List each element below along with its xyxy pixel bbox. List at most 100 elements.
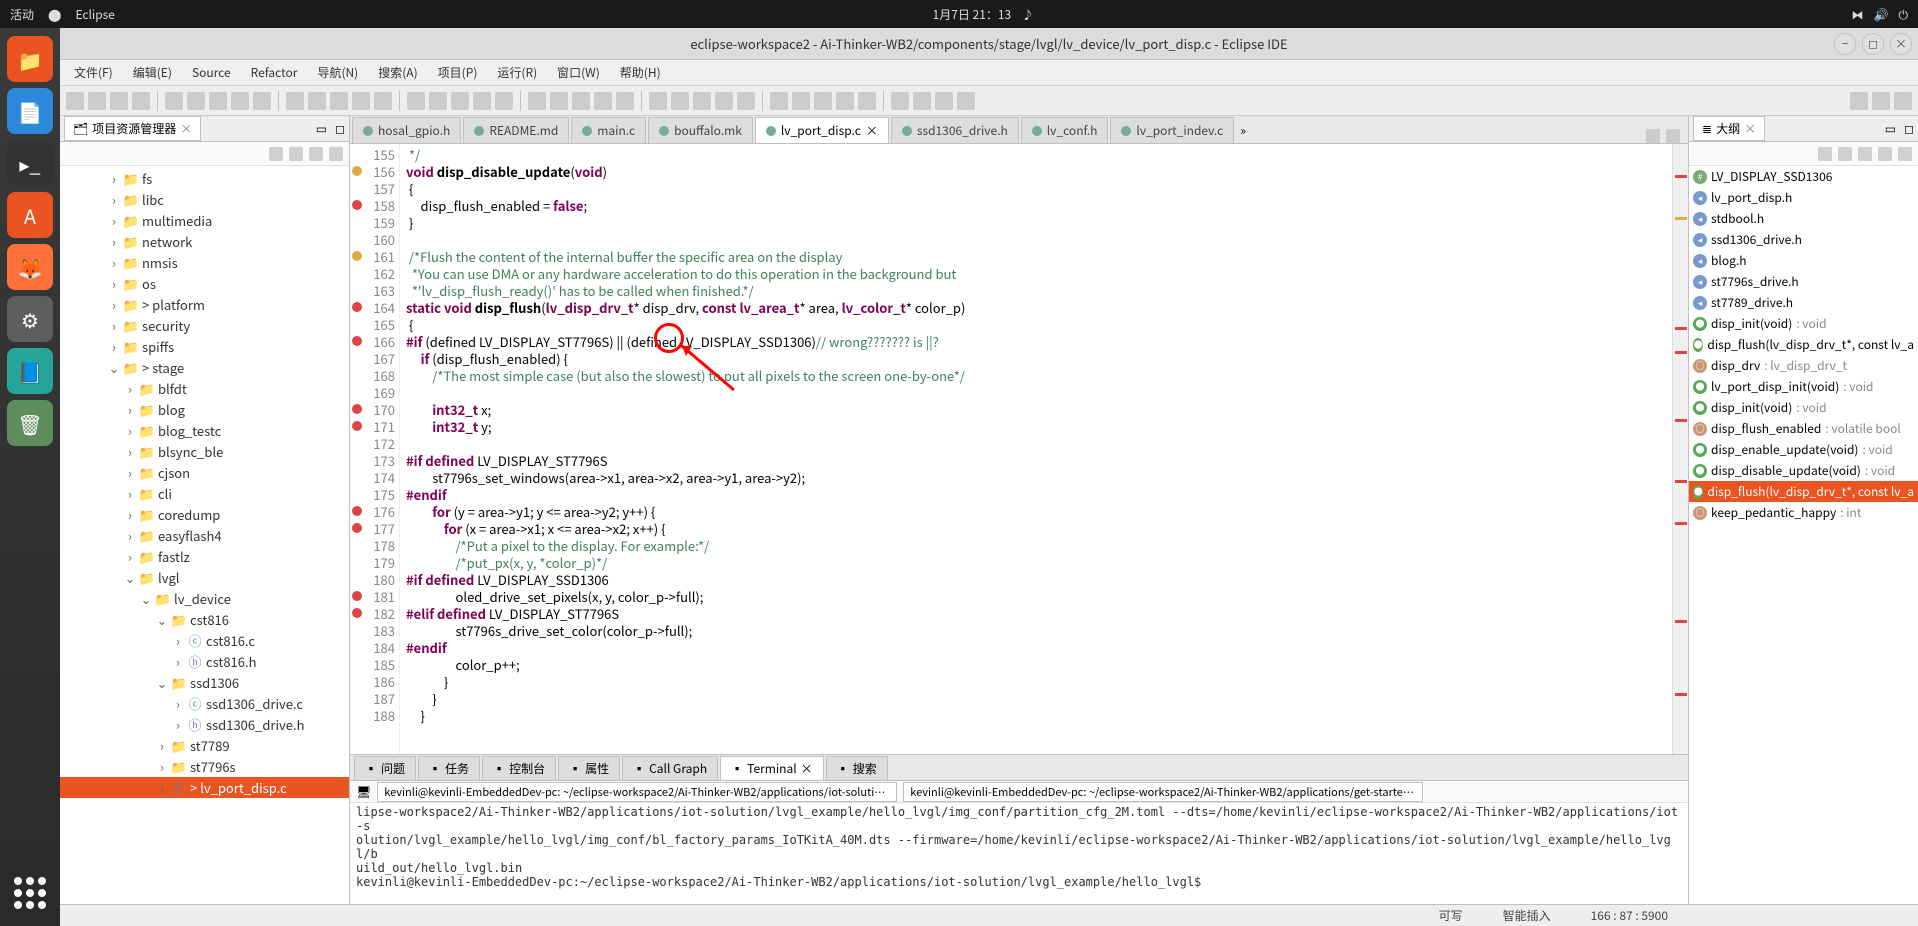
toolbar-button[interactable]: [814, 92, 832, 110]
maximize-view-icon[interactable]: ◻: [1900, 120, 1918, 137]
terminal-tab[interactable]: kevinli@kevinli-EmbeddedDev-pc: ~/eclips…: [903, 782, 1423, 802]
tree-node[interactable]: ›📁blog_testc: [60, 420, 349, 441]
minimize-view-icon[interactable]: ▭: [312, 120, 331, 137]
bottom-tab[interactable]: ▪任务: [418, 756, 480, 780]
menu-item[interactable]: Refactor: [243, 62, 306, 83]
toolbar-button[interactable]: [616, 92, 634, 110]
bottom-tab[interactable]: ▪属性: [558, 756, 620, 780]
editor-tab[interactable]: lv_port_indev.c: [1110, 117, 1234, 143]
tree-node[interactable]: ›📁blfdt: [60, 378, 349, 399]
toolbar-button[interactable]: [308, 92, 326, 110]
toolbar-button[interactable]: [253, 92, 271, 110]
libreoffice-icon[interactable]: 📄: [7, 88, 53, 134]
toolbar-button[interactable]: [165, 92, 183, 110]
toolbar-button[interactable]: [594, 92, 612, 110]
toolbar-button[interactable]: [693, 92, 711, 110]
menu-item[interactable]: 项目(P): [430, 62, 486, 83]
tree-node[interactable]: ⌄📁cst816: [60, 609, 349, 630]
tree-node[interactable]: ›📁nmsis: [60, 252, 349, 273]
outline-tab[interactable]: ≣ 大纲 ×: [1693, 116, 1765, 141]
tree-node[interactable]: ›📁blog: [60, 399, 349, 420]
tree-node[interactable]: ›📁multimedia: [60, 210, 349, 231]
overview-ruler[interactable]: [1672, 144, 1688, 754]
datetime[interactable]: 1月7日 21：13: [933, 6, 1012, 23]
toolbar-button[interactable]: [572, 92, 590, 110]
outline-item[interactable]: ●disp_init(void) : void: [1689, 313, 1918, 334]
hide-static-icon[interactable]: [1858, 147, 1872, 161]
tree-node[interactable]: ›📁blsync_ble: [60, 441, 349, 462]
bottom-tab[interactable]: ▪Call Graph: [622, 756, 718, 780]
collapse-all-icon[interactable]: [269, 147, 283, 161]
hide-non-public-icon[interactable]: [1878, 147, 1892, 161]
link-editor-icon[interactable]: [289, 147, 303, 161]
toolbar-button[interactable]: [550, 92, 568, 110]
tree-node[interactable]: ›📁> platform: [60, 294, 349, 315]
toolbar-button[interactable]: [352, 92, 370, 110]
close-icon[interactable]: ×: [180, 120, 192, 137]
menu-item[interactable]: 搜索(A): [370, 62, 425, 83]
power-icon[interactable]: ⏻: [1899, 6, 1909, 23]
toolbar-button[interactable]: [528, 92, 546, 110]
terminal-tab[interactable]: kevinli@kevinli-EmbeddedDev-pc: ~/eclips…: [377, 782, 897, 802]
code-editor[interactable]: */void disp_disable_update(void) { disp_…: [400, 144, 1672, 754]
menu-item[interactable]: 文件(F): [66, 62, 121, 83]
notes-icon[interactable]: 📘: [7, 348, 53, 394]
tree-node[interactable]: ›📁fs: [60, 168, 349, 189]
sort-icon[interactable]: [1818, 147, 1832, 161]
sound-icon[interactable]: 🔊: [1874, 6, 1889, 23]
tree-node[interactable]: ›📁security: [60, 315, 349, 336]
outline-item[interactable]: ◂st7796s_drive.h: [1689, 271, 1918, 292]
tree-node[interactable]: ›📁coredump: [60, 504, 349, 525]
bell-icon[interactable]: ♪: [1022, 6, 1034, 23]
tree-node[interactable]: ⌄📁lvgl: [60, 567, 349, 588]
toolbar-button[interactable]: [110, 92, 128, 110]
toolbar-button[interactable]: [957, 92, 975, 110]
tree-node[interactable]: ›ⓒcst816.c: [60, 630, 349, 651]
tree-node[interactable]: ›📁st7796s: [60, 756, 349, 777]
close-icon[interactable]: ×: [1744, 120, 1756, 137]
outline-item[interactable]: ○keep_pedantic_happy : int: [1689, 502, 1918, 523]
outline-item[interactable]: ●disp_flush(lv_disp_drv_t*, const lv_a: [1689, 334, 1918, 355]
toolbar-button[interactable]: [330, 92, 348, 110]
search-icon[interactable]: [1850, 92, 1868, 110]
hide-fields-icon[interactable]: [1838, 147, 1852, 161]
toolbar-button[interactable]: [231, 92, 249, 110]
minimize-button[interactable]: −: [1834, 33, 1856, 55]
outline-item[interactable]: ◂st7789_drive.h: [1689, 292, 1918, 313]
toolbar-button[interactable]: [649, 92, 667, 110]
minimize-view-icon[interactable]: ▭: [1881, 120, 1900, 137]
min-editor-icon[interactable]: [1646, 129, 1660, 143]
editor-tab[interactable]: hosal_gpio.h: [352, 117, 461, 143]
view-menu-icon[interactable]: [329, 147, 343, 161]
toolbar-button[interactable]: [770, 92, 788, 110]
files-icon[interactable]: 📁: [7, 36, 53, 82]
toolbar-button[interactable]: [407, 92, 425, 110]
trash-icon[interactable]: 🗑: [7, 400, 53, 446]
line-number-gutter[interactable]: 1551561571581591601611621631641651661671…: [350, 144, 400, 754]
toolbar-button[interactable]: [913, 92, 931, 110]
toolbar-button[interactable]: [935, 92, 953, 110]
toolbar-button[interactable]: [132, 92, 150, 110]
tree-node[interactable]: ⌄📁lv_device: [60, 588, 349, 609]
menu-item[interactable]: 运行(R): [489, 62, 545, 83]
activities-button[interactable]: 活动: [10, 6, 34, 23]
network-icon[interactable]: ⧓: [1852, 6, 1864, 23]
toolbar-button[interactable]: [429, 92, 447, 110]
tree-node[interactable]: ›📁fastlz: [60, 546, 349, 567]
tree-node[interactable]: ›📁st7789: [60, 735, 349, 756]
tree-node[interactable]: ⌄📁ssd1306: [60, 672, 349, 693]
app-name[interactable]: Eclipse: [75, 6, 114, 23]
terminal-output[interactable]: lipse-workspace2/Ai-Thinker-WB2/applicat…: [350, 803, 1688, 904]
firefox-icon[interactable]: 🦊: [7, 244, 53, 290]
toolbar-button[interactable]: [473, 92, 491, 110]
filter-icon[interactable]: [309, 147, 323, 161]
menu-item[interactable]: Source: [184, 62, 239, 83]
editor-tab[interactable]: README.md: [463, 117, 569, 143]
editor-tab[interactable]: lv_conf.h: [1021, 117, 1109, 143]
maximize-view-icon[interactable]: ◻: [331, 120, 349, 137]
software-icon[interactable]: A: [7, 192, 53, 238]
toolbar-button[interactable]: [891, 92, 909, 110]
menu-item[interactable]: 编辑(E): [125, 62, 180, 83]
project-tree[interactable]: ›📁fs›📁libc›📁multimedia›📁network›📁nmsis›📁…: [60, 166, 349, 904]
close-icon[interactable]: ×: [866, 122, 878, 139]
